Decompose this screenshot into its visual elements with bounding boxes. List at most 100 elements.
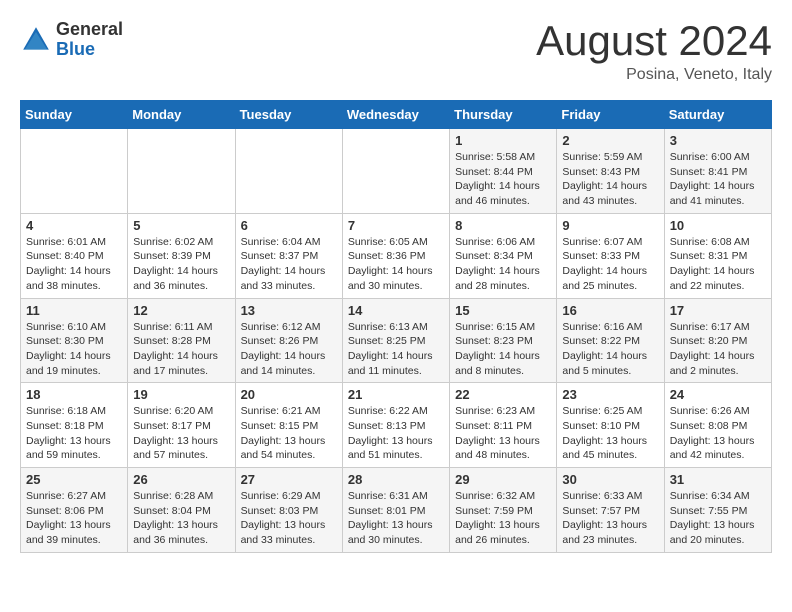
day-info: Sunrise: 6:21 AM Sunset: 8:15 PM Dayligh…	[241, 404, 337, 463]
day-info: Sunrise: 6:12 AM Sunset: 8:26 PM Dayligh…	[241, 320, 337, 379]
week-row-3: 18 Sunrise: 6:18 AM Sunset: 8:18 PM Dayli…	[21, 383, 772, 468]
day-info: Sunrise: 6:07 AM Sunset: 8:33 PM Dayligh…	[562, 235, 658, 294]
day-info: Sunrise: 6:20 AM Sunset: 8:17 PM Dayligh…	[133, 404, 229, 463]
day-number: 19	[133, 387, 229, 402]
day-info: Sunrise: 6:01 AM Sunset: 8:40 PM Dayligh…	[26, 235, 122, 294]
day-cell: 31 Sunrise: 6:34 AM Sunset: 7:55 PM Dayli…	[664, 468, 771, 553]
day-number: 3	[670, 133, 766, 148]
day-cell: 22Sunrise: 6:23 AM Sunset: 8:11 PM Dayli…	[450, 383, 557, 468]
day-info: Sunrise: 6:18 AM Sunset: 8:18 PM Dayligh…	[26, 404, 122, 463]
day-cell: 17 Sunrise: 6:17 AM Sunset: 8:20 PM Dayli…	[664, 298, 771, 383]
day-number: 11	[26, 303, 122, 318]
day-cell: 4 Sunrise: 6:01 AM Sunset: 8:40 PM Daylig…	[21, 213, 128, 298]
day-cell: 3 Sunrise: 6:00 AM Sunset: 8:41 PM Daylig…	[664, 129, 771, 214]
day-number: 25	[26, 472, 122, 487]
day-info: Sunrise: 6:27 AM Sunset: 8:06 PM Dayligh…	[26, 489, 122, 548]
header-cell-friday: Friday	[557, 101, 664, 129]
day-cell: 24 Sunrise: 6:26 AM Sunset: 8:08 PM Dayli…	[664, 383, 771, 468]
day-number: 10	[670, 218, 766, 233]
day-info: Sunrise: 6:29 AM Sunset: 8:03 PM Dayligh…	[241, 489, 337, 548]
logo-text: General Blue	[56, 20, 123, 60]
day-number: 7	[348, 218, 444, 233]
day-info: Sunrise: 6:33 AM Sunset: 7:57 PM Dayligh…	[562, 489, 658, 548]
day-info: Sunrise: 6:26 AM Sunset: 8:08 PM Dayligh…	[670, 404, 766, 463]
logo-blue: Blue	[56, 40, 123, 60]
day-cell: 15Sunrise: 6:15 AM Sunset: 8:23 PM Dayli…	[450, 298, 557, 383]
header-cell-thursday: Thursday	[450, 101, 557, 129]
month-title: August 2024	[536, 20, 772, 62]
day-cell: 30Sunrise: 6:33 AM Sunset: 7:57 PM Dayli…	[557, 468, 664, 553]
day-info: Sunrise: 6:25 AM Sunset: 8:10 PM Dayligh…	[562, 404, 658, 463]
day-number: 31	[670, 472, 766, 487]
day-info: Sunrise: 6:11 AM Sunset: 8:28 PM Dayligh…	[133, 320, 229, 379]
day-info: Sunrise: 6:10 AM Sunset: 8:30 PM Dayligh…	[26, 320, 122, 379]
day-info: Sunrise: 6:15 AM Sunset: 8:23 PM Dayligh…	[455, 320, 551, 379]
day-number: 18	[26, 387, 122, 402]
day-cell: 21 Sunrise: 6:22 AM Sunset: 8:13 PM Dayli…	[342, 383, 449, 468]
day-cell: 14 Sunrise: 6:13 AM Sunset: 8:25 PM Dayli…	[342, 298, 449, 383]
calendar-body: 1Sunrise: 5:58 AM Sunset: 8:44 PM Daylig…	[21, 129, 772, 553]
day-number: 21	[348, 387, 444, 402]
day-cell: 28 Sunrise: 6:31 AM Sunset: 8:01 PM Dayli…	[342, 468, 449, 553]
day-number: 27	[241, 472, 337, 487]
header-cell-wednesday: Wednesday	[342, 101, 449, 129]
day-number: 14	[348, 303, 444, 318]
day-number: 13	[241, 303, 337, 318]
day-number: 4	[26, 218, 122, 233]
header-row: SundayMondayTuesdayWednesdayThursdayFrid…	[21, 101, 772, 129]
day-number: 16	[562, 303, 658, 318]
header-cell-tuesday: Tuesday	[235, 101, 342, 129]
logo: General Blue	[20, 20, 123, 60]
day-info: Sunrise: 6:23 AM Sunset: 8:11 PM Dayligh…	[455, 404, 551, 463]
day-cell: 10 Sunrise: 6:08 AM Sunset: 8:31 PM Dayli…	[664, 213, 771, 298]
day-info: Sunrise: 6:16 AM Sunset: 8:22 PM Dayligh…	[562, 320, 658, 379]
day-info: Sunrise: 6:06 AM Sunset: 8:34 PM Dayligh…	[455, 235, 551, 294]
logo-icon	[20, 24, 52, 56]
day-cell: 11 Sunrise: 6:10 AM Sunset: 8:30 PM Dayli…	[21, 298, 128, 383]
day-info: Sunrise: 6:32 AM Sunset: 7:59 PM Dayligh…	[455, 489, 551, 548]
day-info: Sunrise: 5:59 AM Sunset: 8:43 PM Dayligh…	[562, 150, 658, 209]
day-cell	[342, 129, 449, 214]
day-cell: 9 Sunrise: 6:07 AM Sunset: 8:33 PM Daylig…	[557, 213, 664, 298]
header: General Blue August 2024 Posina, Veneto,…	[20, 20, 772, 84]
day-info: Sunrise: 6:17 AM Sunset: 8:20 PM Dayligh…	[670, 320, 766, 379]
day-info: Sunrise: 6:13 AM Sunset: 8:25 PM Dayligh…	[348, 320, 444, 379]
day-number: 17	[670, 303, 766, 318]
day-info: Sunrise: 6:08 AM Sunset: 8:31 PM Dayligh…	[670, 235, 766, 294]
week-row-0: 1Sunrise: 5:58 AM Sunset: 8:44 PM Daylig…	[21, 129, 772, 214]
day-number: 24	[670, 387, 766, 402]
day-cell	[21, 129, 128, 214]
day-info: Sunrise: 6:34 AM Sunset: 7:55 PM Dayligh…	[670, 489, 766, 548]
week-row-1: 4 Sunrise: 6:01 AM Sunset: 8:40 PM Daylig…	[21, 213, 772, 298]
day-info: Sunrise: 6:28 AM Sunset: 8:04 PM Dayligh…	[133, 489, 229, 548]
day-cell: 23 Sunrise: 6:25 AM Sunset: 8:10 PM Dayli…	[557, 383, 664, 468]
day-number: 9	[562, 218, 658, 233]
day-number: 8	[455, 218, 551, 233]
title-block: August 2024 Posina, Veneto, Italy	[536, 20, 772, 84]
header-cell-monday: Monday	[128, 101, 235, 129]
day-cell: 7Sunrise: 6:05 AM Sunset: 8:36 PM Daylig…	[342, 213, 449, 298]
day-cell: 13 Sunrise: 6:12 AM Sunset: 8:26 PM Dayli…	[235, 298, 342, 383]
day-cell: 20 Sunrise: 6:21 AM Sunset: 8:15 PM Dayli…	[235, 383, 342, 468]
day-cell: 5Sunrise: 6:02 AM Sunset: 8:39 PM Daylig…	[128, 213, 235, 298]
day-number: 20	[241, 387, 337, 402]
location: Posina, Veneto, Italy	[536, 66, 772, 84]
day-cell: 8 Sunrise: 6:06 AM Sunset: 8:34 PM Daylig…	[450, 213, 557, 298]
day-cell	[128, 129, 235, 214]
header-cell-saturday: Saturday	[664, 101, 771, 129]
day-info: Sunrise: 6:31 AM Sunset: 8:01 PM Dayligh…	[348, 489, 444, 548]
day-cell: 18 Sunrise: 6:18 AM Sunset: 8:18 PM Dayli…	[21, 383, 128, 468]
day-number: 6	[241, 218, 337, 233]
day-cell: 6Sunrise: 6:04 AM Sunset: 8:37 PM Daylig…	[235, 213, 342, 298]
day-cell: 27 Sunrise: 6:29 AM Sunset: 8:03 PM Dayli…	[235, 468, 342, 553]
day-info: Sunrise: 6:00 AM Sunset: 8:41 PM Dayligh…	[670, 150, 766, 209]
day-number: 29	[455, 472, 551, 487]
day-number: 1	[455, 133, 551, 148]
calendar-table: SundayMondayTuesdayWednesdayThursdayFrid…	[20, 100, 772, 553]
day-info: Sunrise: 6:22 AM Sunset: 8:13 PM Dayligh…	[348, 404, 444, 463]
day-cell: 12Sunrise: 6:11 AM Sunset: 8:28 PM Dayli…	[128, 298, 235, 383]
day-number: 28	[348, 472, 444, 487]
day-cell: 25 Sunrise: 6:27 AM Sunset: 8:06 PM Dayli…	[21, 468, 128, 553]
day-number: 23	[562, 387, 658, 402]
day-cell	[235, 129, 342, 214]
